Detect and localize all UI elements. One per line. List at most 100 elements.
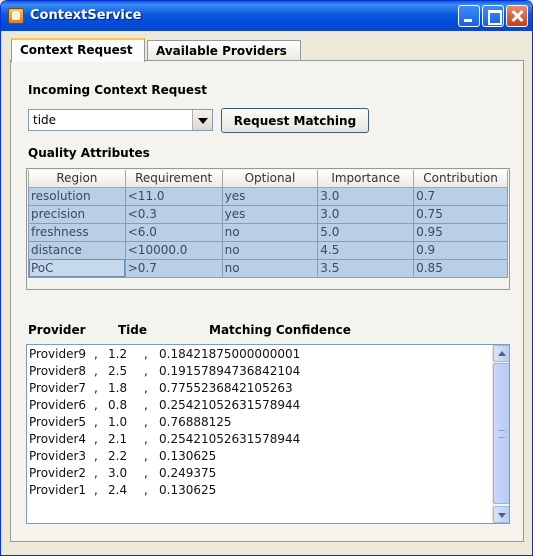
separator: ,	[144, 398, 148, 412]
provider-name: Provider6	[29, 398, 87, 412]
column-header[interactable]: Requirement	[124, 170, 223, 188]
table-cell[interactable]: no	[221, 222, 319, 242]
table-cell[interactable]: 0.9	[413, 240, 508, 260]
table-cell[interactable]: distance	[28, 240, 126, 260]
table-cell[interactable]: 0.95	[413, 222, 508, 242]
list-item[interactable]: Provider5, 1.0, 0.76888125	[29, 414, 489, 431]
confidence-column-header: Matching Confidence	[209, 323, 351, 337]
app-window: ContextService Context Request Available…	[0, 0, 533, 556]
combo-selected-value: tide	[33, 113, 57, 127]
tide-value: 2.5	[108, 364, 128, 378]
table-cell[interactable]: 3.0	[317, 186, 415, 206]
scroll-up-icon[interactable]	[493, 345, 509, 362]
table-cell[interactable]: precision	[28, 204, 126, 224]
column-header[interactable]: Contribution	[413, 170, 508, 188]
window-title: ContextService	[30, 8, 142, 23]
separator: ,	[94, 364, 98, 378]
confidence-value: 0.19157894736842104	[159, 364, 301, 378]
table-row[interactable]: resolution <11.0 yes 3.0 0.7	[28, 186, 508, 206]
separator: ,	[94, 381, 98, 395]
table-cell[interactable]: 3.0	[317, 204, 415, 224]
provider-name: Provider9	[29, 347, 87, 361]
provider-name: Provider8	[29, 364, 87, 378]
table-cell[interactable]: yes	[221, 204, 319, 224]
column-header[interactable]: Importance	[317, 170, 415, 188]
table-cell[interactable]: 0.75	[413, 204, 508, 224]
provider-name: Provider5	[29, 415, 87, 429]
confidence-value: 0.130625	[159, 449, 217, 463]
scroll-thumb[interactable]	[493, 363, 509, 504]
separator: ,	[144, 364, 148, 378]
provider-name: Provider2	[29, 466, 87, 480]
table-cell[interactable]: 4.5	[317, 240, 415, 260]
separator: ,	[94, 483, 98, 497]
separator: ,	[94, 415, 98, 429]
table-cell[interactable]: freshness	[28, 222, 126, 242]
list-item[interactable]: Provider8, 2.5, 0.19157894736842104	[29, 363, 489, 380]
quality-attributes-table[interactable]: Region Requirement Optional Importance C…	[26, 168, 510, 290]
table-cell[interactable]: <0.3	[124, 204, 223, 224]
list-item[interactable]: Provider3, 2.2, 0.130625	[29, 448, 489, 465]
table-row[interactable]: precision <0.3 yes 3.0 0.75	[28, 204, 508, 224]
table-row[interactable]: freshness <6.0 no 5.0 0.95	[28, 222, 508, 242]
tide-value: 1.8	[108, 381, 128, 395]
tab-context-request[interactable]: Context Request	[11, 38, 145, 62]
provider-name: Provider1	[29, 483, 87, 497]
list-item[interactable]: Provider9, 1.2, 0.18421875000000001	[29, 346, 489, 363]
separator: ,	[144, 483, 148, 497]
table-cell[interactable]: 5.0	[317, 222, 415, 242]
table-cell[interactable]: 3.5	[317, 258, 415, 278]
confidence-value: 0.76888125	[159, 415, 232, 429]
list-item[interactable]: Provider6, 0.8, 0.25421052631578944	[29, 397, 489, 414]
list-item[interactable]: Provider4, 2.1, 0.25421052631578944	[29, 431, 489, 448]
separator: ,	[144, 466, 148, 480]
table-cell[interactable]: 0.85	[413, 258, 508, 278]
scroll-down-icon[interactable]	[493, 506, 509, 523]
tide-value: 1.0	[108, 415, 128, 429]
table-row[interactable]: distance <10000.0 no 4.5 0.9	[28, 240, 508, 260]
table-cell[interactable]: >0.7	[124, 258, 223, 278]
separator: ,	[144, 415, 148, 429]
table-cell[interactable]: no	[221, 240, 319, 260]
tide-value: 2.4	[108, 483, 128, 497]
title-bar[interactable]: ContextService	[1, 1, 532, 31]
separator: ,	[144, 381, 148, 395]
list-item[interactable]: Provider2, 3.0, 0.249375	[29, 465, 489, 482]
chevron-down-icon[interactable]	[192, 110, 212, 130]
provider-column-header: Provider	[28, 323, 86, 337]
confidence-value: 0.249375	[159, 466, 217, 480]
confidence-value: 0.7755236842105263	[159, 381, 293, 395]
maximize-icon[interactable]	[482, 5, 504, 27]
minimize-icon[interactable]	[458, 5, 480, 27]
column-header[interactable]: Optional	[221, 170, 319, 188]
provider-name: Provider4	[29, 432, 87, 446]
table-cell[interactable]: 0.7	[413, 186, 508, 206]
tide-value: 2.2	[108, 449, 128, 463]
close-icon[interactable]	[506, 5, 528, 27]
table-cell[interactable]: <10000.0	[124, 240, 223, 260]
context-request-panel: Incoming Context Request tide Request Ma…	[10, 60, 524, 542]
list-item[interactable]: Provider7, 1.8, 0.7755236842105263	[29, 380, 489, 397]
table-cell[interactable]: <6.0	[124, 222, 223, 242]
table-cell[interactable]: PoC	[28, 258, 126, 278]
confidence-value: 0.18421875000000001	[159, 347, 301, 361]
column-header[interactable]: Region	[28, 170, 126, 188]
separator: ,	[94, 398, 98, 412]
table-cell[interactable]: <11.0	[124, 186, 223, 206]
provider-name: Provider3	[29, 449, 87, 463]
table-cell[interactable]: resolution	[28, 186, 126, 206]
separator: ,	[144, 432, 148, 446]
table-cell[interactable]: no	[221, 258, 319, 278]
context-request-combo[interactable]: tide	[28, 109, 213, 131]
tab-available-providers[interactable]: Available Providers	[147, 40, 301, 61]
table-cell[interactable]: yes	[221, 186, 319, 206]
table-row[interactable]: PoC >0.7 no 3.5 0.85	[28, 258, 508, 278]
vertical-scrollbar[interactable]	[492, 345, 509, 523]
results-scroll-area[interactable]: Provider9, 1.2, 0.18421875000000001 Provide…	[29, 346, 489, 522]
request-matching-button[interactable]: Request Matching	[221, 108, 369, 133]
confidence-value: 0.25421052631578944	[159, 432, 301, 446]
tide-value: 3.0	[108, 466, 128, 480]
separator: ,	[144, 347, 148, 361]
matching-results-list[interactable]: Provider9, 1.2, 0.18421875000000001 Provide…	[26, 344, 510, 524]
list-item[interactable]: Provider1, 2.4, 0.130625	[29, 482, 489, 499]
